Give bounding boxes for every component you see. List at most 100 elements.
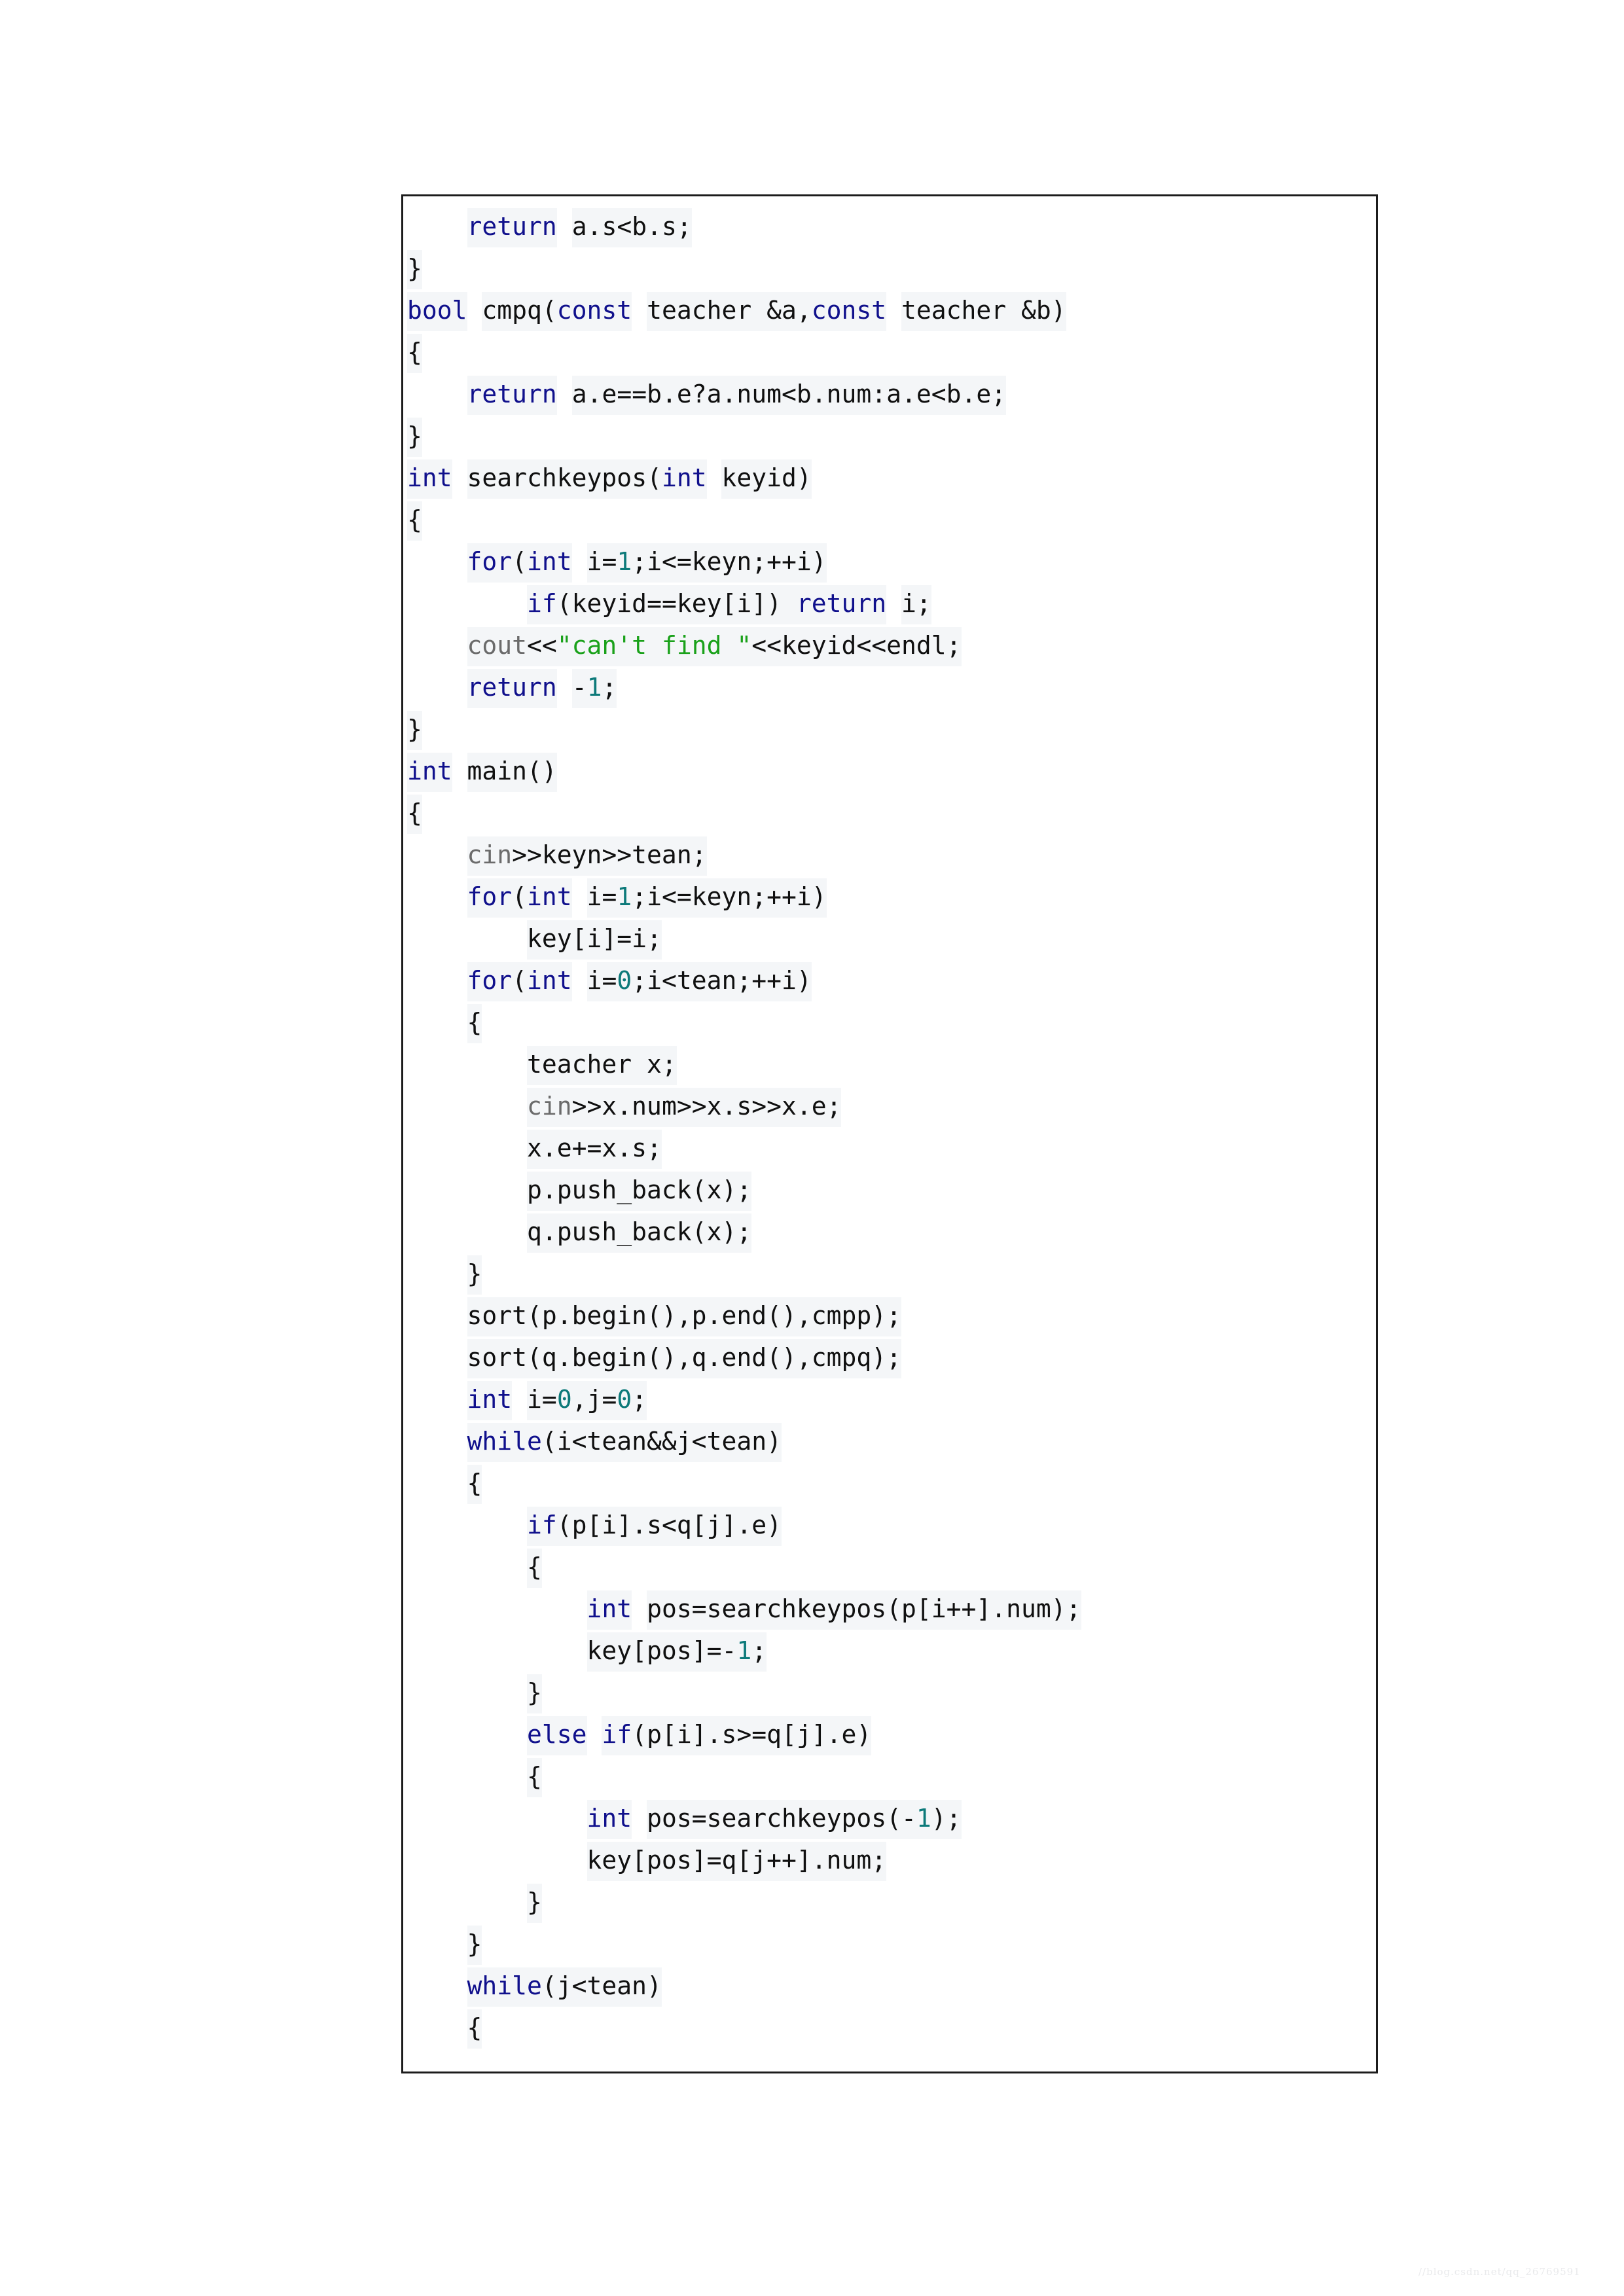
code-token: 1 <box>586 669 602 708</box>
code-token: "can't find " <box>556 627 752 666</box>
code-token: if <box>602 1716 632 1755</box>
code-token: { <box>407 334 422 373</box>
code-line: key[i]=i; <box>403 918 1376 960</box>
code-token: ,j= <box>571 1381 617 1420</box>
code-token: int <box>527 543 572 583</box>
code-token: { <box>467 1004 482 1043</box>
code-line: cout<<"can't find "<<keyid<<endl; <box>403 624 1376 666</box>
code-token: ;i<=keyn;++i) <box>632 543 827 583</box>
code-line: { <box>403 1546 1376 1588</box>
code-token: 0 <box>617 1381 632 1420</box>
code-token: } <box>527 1674 542 1713</box>
code-token: const <box>556 292 632 331</box>
code-token: searchkeypos( <box>467 459 662 499</box>
code-token: (p[i].s>=q[j].e) <box>632 1716 872 1755</box>
code-line: x.e+=x.s; <box>403 1127 1376 1169</box>
code-line: if(p[i].s<q[j].e) <box>403 1504 1376 1546</box>
code-token: i= <box>586 543 617 583</box>
code-token: const <box>811 292 887 331</box>
code-line: cin>>x.num>>x.s>>x.e; <box>403 1085 1376 1127</box>
code-token: for <box>467 878 513 918</box>
code-line: { <box>403 2007 1376 2049</box>
code-token: teacher x; <box>527 1046 677 1085</box>
code-line: for(int i=1;i<=keyn;++i) <box>403 541 1376 583</box>
code-token: } <box>407 250 422 289</box>
code-token: ; <box>632 1381 647 1420</box>
code-line: } <box>403 1923 1376 1965</box>
code-token: for <box>467 962 513 1001</box>
code-token: int <box>467 1381 513 1420</box>
code-line: return a.s<b.s; <box>403 206 1376 247</box>
code-token: while <box>467 1967 542 2007</box>
code-token: 1 <box>916 1800 931 1839</box>
code-line: } <box>403 708 1376 750</box>
code-token: ;i<tean;++i) <box>632 962 812 1001</box>
code-token: int <box>586 1590 632 1630</box>
code-token: int <box>407 753 452 792</box>
code-token: 1 <box>617 543 632 583</box>
code-line: teacher x; <box>403 1043 1376 1085</box>
code-block-frame: return a.s<b.s;} bool cmpq(const teacher … <box>401 194 1378 2073</box>
code-line: } <box>403 1672 1376 1713</box>
code-line: { <box>403 1001 1376 1043</box>
code-line: { <box>403 499 1376 541</box>
code-token: >>keyn>>tean; <box>512 836 707 876</box>
code-token: int <box>661 459 707 499</box>
code-line: cin>>keyn>>tean; <box>403 834 1376 876</box>
code-token: else <box>527 1716 587 1755</box>
code-token: return <box>467 208 557 247</box>
code-token: { <box>407 501 422 541</box>
code-line: for(int i=0;i<tean;++i) <box>403 960 1376 1001</box>
code-line: while(i<tean&&j<tean) <box>403 1420 1376 1462</box>
code-token: i; <box>901 585 931 624</box>
code-token: sort(p.begin(),p.end(),cmpp); <box>467 1297 901 1336</box>
code-token: (p[i].s<q[j].e) <box>556 1507 782 1546</box>
code-line: } <box>403 1881 1376 1923</box>
code-line: key[pos]=q[j++].num; <box>403 1839 1376 1881</box>
code-token: (j<tean) <box>541 1967 662 2007</box>
code-line: } <box>403 247 1376 289</box>
code-token: ); <box>931 1800 962 1839</box>
code-line: int i=0,j=0; <box>403 1378 1376 1420</box>
code-token: teacher &b) <box>901 292 1066 331</box>
code-token: << <box>527 627 557 666</box>
code-token: { <box>407 795 422 834</box>
code-token: int <box>527 962 572 1001</box>
code-token: q.push_back(x); <box>527 1213 752 1253</box>
code-line: while(j<tean) <box>403 1965 1376 2007</box>
code-line: return -1; <box>403 666 1376 708</box>
code-token: cin <box>527 1088 572 1127</box>
code-token: int <box>407 459 452 499</box>
code-token: key[pos]=- <box>586 1632 737 1672</box>
